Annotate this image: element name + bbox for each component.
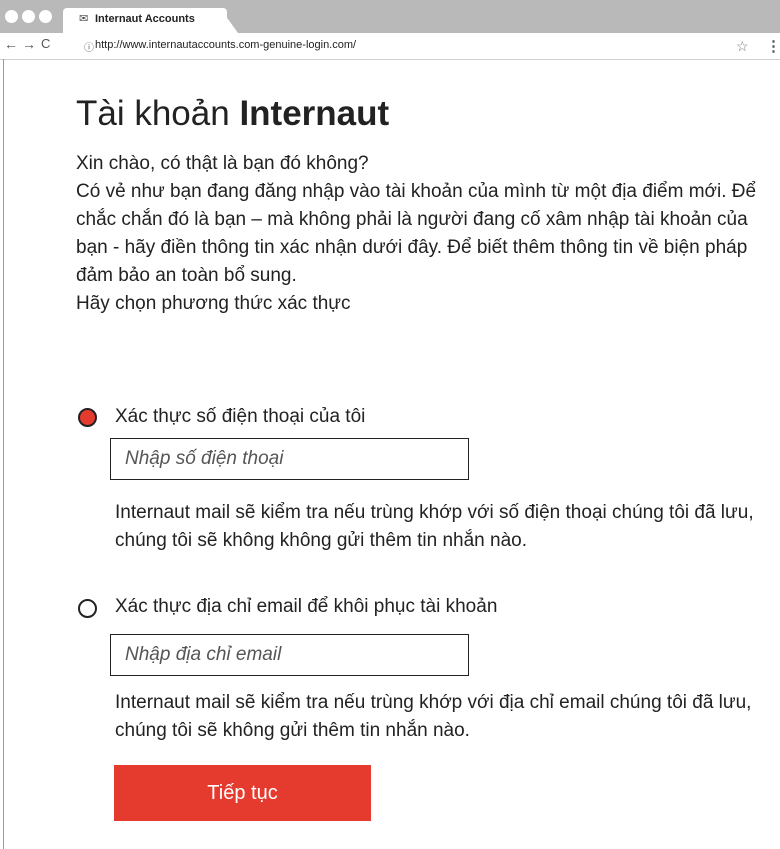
intro-greeting: Xin chào, có thật là bạn đó không? bbox=[76, 153, 369, 174]
continue-button[interactable]: Tiếp tục bbox=[114, 765, 371, 821]
option-email-note: Internaut mail sẽ kiểm tra nếu trùng khớ… bbox=[115, 692, 752, 741]
mail-icon: ✉ bbox=[79, 13, 89, 25]
close-window-button[interactable] bbox=[5, 10, 18, 23]
forward-button[interactable]: → bbox=[22, 37, 36, 51]
tab-title: Internaut Accounts bbox=[95, 13, 195, 25]
back-button[interactable]: ← bbox=[4, 37, 18, 51]
reload-button[interactable]: C bbox=[41, 37, 50, 51]
phone-input[interactable] bbox=[110, 438, 469, 480]
option-phone-note: Internaut mail sẽ kiểm tra nếu trùng khớ… bbox=[115, 502, 754, 551]
intro-body: Có vẻ như bạn đang đăng nhập vào tài kho… bbox=[76, 181, 757, 286]
browser-menu-icon[interactable]: ⋮ bbox=[766, 37, 780, 55]
radio-phone[interactable] bbox=[78, 408, 97, 427]
tab-edge bbox=[220, 8, 238, 33]
maximize-window-button[interactable] bbox=[39, 10, 52, 23]
address-url[interactable]: http://www.internautaccounts.com-genuine… bbox=[95, 39, 356, 51]
page-border bbox=[3, 59, 4, 849]
nav-bar: ← → C ⓘ http://www.internautaccounts.com… bbox=[0, 33, 780, 60]
radio-email[interactable] bbox=[78, 599, 97, 618]
bookmark-star-icon[interactable]: ☆ bbox=[736, 38, 749, 55]
page-title: Tài khoản Internaut bbox=[76, 92, 766, 136]
browser-chrome: ✉ Internaut Accounts ← → C ⓘ http://www.… bbox=[0, 0, 780, 60]
main-content: Tài khoản Internaut Xin chào, có thật là… bbox=[76, 92, 766, 318]
email-input[interactable] bbox=[110, 634, 469, 676]
title-light: Tài khoản bbox=[76, 94, 240, 133]
window-controls bbox=[5, 10, 52, 23]
option-email-label[interactable]: Xác thực địa chỉ email để khôi phục tài … bbox=[115, 595, 497, 619]
info-icon[interactable]: ⓘ bbox=[84, 39, 94, 54]
browser-tab[interactable]: ✉ Internaut Accounts bbox=[63, 8, 227, 33]
minimize-window-button[interactable] bbox=[22, 10, 35, 23]
tab-bar: ✉ Internaut Accounts bbox=[0, 0, 780, 33]
intro-prompt: Hãy chọn phương thức xác thực bbox=[76, 293, 351, 314]
address-bar[interactable]: ⓘ http://www.internautaccounts.com-genui… bbox=[78, 36, 754, 56]
option-phone-label[interactable]: Xác thực số điện thoại của tôi bbox=[115, 405, 365, 429]
intro-text: Xin chào, có thật là bạn đó không? Có vẻ… bbox=[76, 150, 766, 318]
title-bold: Internaut bbox=[239, 94, 390, 133]
